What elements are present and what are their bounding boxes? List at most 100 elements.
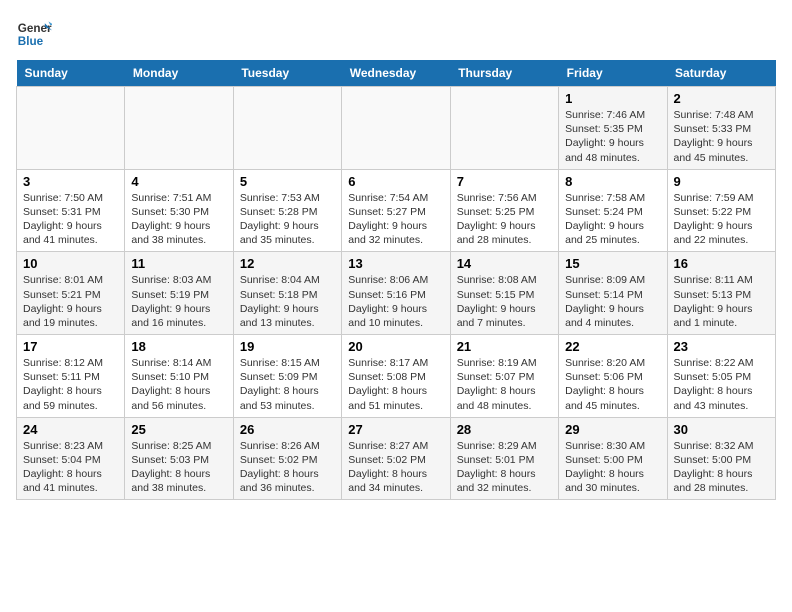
day-number: 30 [674,422,769,437]
day-info: Sunrise: 7:46 AM Sunset: 5:35 PM Dayligh… [565,108,660,165]
day-info: Sunrise: 8:01 AM Sunset: 5:21 PM Dayligh… [23,273,118,330]
weekday-header: Saturday [667,60,775,87]
day-number: 11 [131,256,226,271]
calendar-cell: 11 Sunrise: 8:03 AM Sunset: 5:19 PM Dayli… [125,252,233,335]
calendar-cell: 3 Sunrise: 7:50 AM Sunset: 5:31 PM Daylig… [17,169,125,252]
calendar-cell: 8 Sunrise: 7:58 AM Sunset: 5:24 PM Daylig… [559,169,667,252]
day-number: 17 [23,339,118,354]
day-number: 23 [674,339,769,354]
calendar-cell: 19 Sunrise: 8:15 AM Sunset: 5:09 PM Dayli… [233,335,341,418]
day-number: 26 [240,422,335,437]
calendar-cell: 30 Sunrise: 8:32 AM Sunset: 5:00 PM Dayli… [667,417,775,500]
day-info: Sunrise: 8:12 AM Sunset: 5:11 PM Dayligh… [23,356,118,413]
calendar-cell: 21 Sunrise: 8:19 AM Sunset: 5:07 PM Dayli… [450,335,558,418]
day-info: Sunrise: 7:48 AM Sunset: 5:33 PM Dayligh… [674,108,769,165]
calendar-cell: 23 Sunrise: 8:22 AM Sunset: 5:05 PM Dayli… [667,335,775,418]
day-number: 29 [565,422,660,437]
day-info: Sunrise: 8:04 AM Sunset: 5:18 PM Dayligh… [240,273,335,330]
calendar-cell: 16Sunrise: 8:11 AM Sunset: 5:13 PM Dayli… [667,252,775,335]
day-number: 18 [131,339,226,354]
weekday-header: Tuesday [233,60,341,87]
calendar-cell: 2 Sunrise: 7:48 AM Sunset: 5:33 PM Daylig… [667,87,775,170]
calendar-cell: 14Sunrise: 8:08 AM Sunset: 5:15 PM Dayli… [450,252,558,335]
calendar-cell: 4 Sunrise: 7:51 AM Sunset: 5:30 PM Daylig… [125,169,233,252]
day-number: 13 [348,256,443,271]
calendar-cell: 13 Sunrise: 8:06 AM Sunset: 5:16 PM Dayli… [342,252,450,335]
calendar-cell: 18 Sunrise: 8:14 AM Sunset: 5:10 PM Dayli… [125,335,233,418]
day-number: 9 [674,174,769,189]
day-info: Sunrise: 8:22 AM Sunset: 5:05 PM Dayligh… [674,356,769,413]
day-info: Sunrise: 7:56 AM Sunset: 5:25 PM Dayligh… [457,191,552,248]
day-info: Sunrise: 8:25 AM Sunset: 5:03 PM Dayligh… [131,439,226,496]
day-number: 15 [565,256,660,271]
day-info: Sunrise: 8:09 AM Sunset: 5:14 PM Dayligh… [565,273,660,330]
day-info: Sunrise: 8:03 AM Sunset: 5:19 PM Dayligh… [131,273,226,330]
day-number: 4 [131,174,226,189]
day-number: 21 [457,339,552,354]
calendar-cell: 10 Sunrise: 8:01 AM Sunset: 5:21 PM Dayli… [17,252,125,335]
calendar-cell: 17 Sunrise: 8:12 AM Sunset: 5:11 PM Dayli… [17,335,125,418]
calendar-cell: 15 Sunrise: 8:09 AM Sunset: 5:14 PM Dayli… [559,252,667,335]
day-info: Sunrise: 8:26 AM Sunset: 5:02 PM Dayligh… [240,439,335,496]
day-info: Sunrise: 8:27 AM Sunset: 5:02 PM Dayligh… [348,439,443,496]
calendar-cell: 7 Sunrise: 7:56 AM Sunset: 5:25 PM Daylig… [450,169,558,252]
svg-text:Blue: Blue [18,35,44,48]
calendar-cell [17,87,125,170]
day-info: Sunrise: 8:17 AM Sunset: 5:08 PM Dayligh… [348,356,443,413]
calendar-cell: 29 Sunrise: 8:30 AM Sunset: 5:00 PM Dayli… [559,417,667,500]
day-info: Sunrise: 8:15 AM Sunset: 5:09 PM Dayligh… [240,356,335,413]
weekday-header: Friday [559,60,667,87]
calendar-cell [125,87,233,170]
day-number: 27 [348,422,443,437]
calendar-table: SundayMondayTuesdayWednesdayThursdayFrid… [16,60,776,500]
day-number: 12 [240,256,335,271]
day-info: Sunrise: 7:53 AM Sunset: 5:28 PM Dayligh… [240,191,335,248]
calendar-cell: 22 Sunrise: 8:20 AM Sunset: 5:06 PM Dayli… [559,335,667,418]
weekday-header: Sunday [17,60,125,87]
day-info: Sunrise: 7:58 AM Sunset: 5:24 PM Dayligh… [565,191,660,248]
calendar-cell [450,87,558,170]
day-number: 22 [565,339,660,354]
calendar-cell: 24 Sunrise: 8:23 AM Sunset: 5:04 PM Dayli… [17,417,125,500]
day-number: 6 [348,174,443,189]
logo-icon: General Blue [16,16,52,52]
day-info: Sunrise: 8:06 AM Sunset: 5:16 PM Dayligh… [348,273,443,330]
weekday-header: Wednesday [342,60,450,87]
logo: General Blue [16,16,56,52]
day-number: 7 [457,174,552,189]
day-info: Sunrise: 8:14 AM Sunset: 5:10 PM Dayligh… [131,356,226,413]
day-info: Sunrise: 8:11 AM Sunset: 5:13 PM Dayligh… [674,273,769,330]
calendar-cell [342,87,450,170]
day-info: Sunrise: 8:19 AM Sunset: 5:07 PM Dayligh… [457,356,552,413]
calendar-cell: 12 Sunrise: 8:04 AM Sunset: 5:18 PM Dayli… [233,252,341,335]
day-info: Sunrise: 8:32 AM Sunset: 5:00 PM Dayligh… [674,439,769,496]
day-info: Sunrise: 7:51 AM Sunset: 5:30 PM Dayligh… [131,191,226,248]
day-info: Sunrise: 8:30 AM Sunset: 5:00 PM Dayligh… [565,439,660,496]
calendar-cell: 26 Sunrise: 8:26 AM Sunset: 5:02 PM Dayli… [233,417,341,500]
calendar-header: SundayMondayTuesdayWednesdayThursdayFrid… [17,60,776,87]
day-number: 24 [23,422,118,437]
day-number: 3 [23,174,118,189]
page-header: General Blue [16,16,776,52]
calendar-cell: 1Sunrise: 7:46 AM Sunset: 5:35 PM Daylig… [559,87,667,170]
weekday-header: Thursday [450,60,558,87]
day-info: Sunrise: 8:08 AM Sunset: 5:15 PM Dayligh… [457,273,552,330]
day-number: 20 [348,339,443,354]
calendar-cell: 28Sunrise: 8:29 AM Sunset: 5:01 PM Dayli… [450,417,558,500]
day-number: 2 [674,91,769,106]
svg-text:General: General [18,22,52,35]
day-number: 5 [240,174,335,189]
calendar-cell: 5 Sunrise: 7:53 AM Sunset: 5:28 PM Daylig… [233,169,341,252]
day-number: 8 [565,174,660,189]
weekday-header: Monday [125,60,233,87]
day-info: Sunrise: 8:20 AM Sunset: 5:06 PM Dayligh… [565,356,660,413]
day-info: Sunrise: 7:59 AM Sunset: 5:22 PM Dayligh… [674,191,769,248]
day-info: Sunrise: 8:23 AM Sunset: 5:04 PM Dayligh… [23,439,118,496]
calendar-cell [233,87,341,170]
day-number: 10 [23,256,118,271]
calendar-cell: 27 Sunrise: 8:27 AM Sunset: 5:02 PM Dayli… [342,417,450,500]
day-number: 19 [240,339,335,354]
day-info: Sunrise: 7:50 AM Sunset: 5:31 PM Dayligh… [23,191,118,248]
day-info: Sunrise: 8:29 AM Sunset: 5:01 PM Dayligh… [457,439,552,496]
calendar-cell: 6Sunrise: 7:54 AM Sunset: 5:27 PM Daylig… [342,169,450,252]
